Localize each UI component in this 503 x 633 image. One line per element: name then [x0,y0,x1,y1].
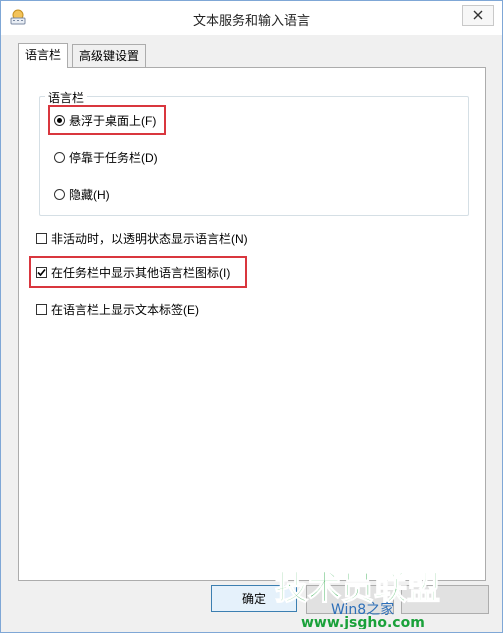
checkbox-label: 在语言栏上显示文本标签(E) [51,302,199,317]
ok-button[interactable]: 确定 [211,585,297,612]
highlight-box-taskbar-icons [29,256,247,288]
dialog-window: 文本服务和输入语言 语言栏 高级键设置 语言栏 悬浮于桌面上(F) 停靠于任务栏… [0,0,503,633]
radio-label: 停靠于任务栏(D) [69,150,158,165]
title-bar[interactable]: 文本服务和输入语言 [1,1,502,35]
groupbox-legend: 语言栏 [45,89,88,106]
radio-button[interactable] [54,151,65,163]
radio-hidden[interactable]: 隐藏(H) [54,185,110,203]
close-icon [473,9,483,23]
radio-dock-in-taskbar[interactable]: 停靠于任务栏(D) [54,148,158,166]
language-bar-groupbox: 语言栏 悬浮于桌面上(F) 停靠于任务栏(D) 隐藏(H) [39,89,469,216]
tab-panel-language-bar: 语言栏 悬浮于桌面上(F) 停靠于任务栏(D) 隐藏(H) 非活动时，以透明状态… [18,67,486,581]
highlight-box-float [48,105,166,135]
checkbox-label: 非活动时，以透明状态显示语言栏(N) [51,231,248,246]
checkbox-box[interactable] [36,303,47,315]
checkbox-show-text-labels[interactable]: 在语言栏上显示文本标签(E) [36,300,199,318]
checkbox-box[interactable] [36,232,47,244]
watermark-url: www.jsgho.com [301,615,425,629]
tab-label: 高级键设置 [79,49,140,63]
apply-button[interactable] [401,585,489,614]
cancel-button[interactable] [306,585,394,614]
window-title: 文本服务和输入语言 [192,13,310,28]
tab-label: 语言栏 [25,48,62,62]
checkbox-transparent-when-inactive[interactable]: 非活动时，以透明状态显示语言栏(N) [36,229,248,247]
radio-button[interactable] [54,188,65,200]
tab-advanced-key-settings[interactable]: 高级键设置 [72,44,147,67]
tab-language-bar[interactable]: 语言栏 [18,43,69,68]
radio-label: 隐藏(H) [69,187,110,202]
close-button[interactable] [462,5,494,26]
